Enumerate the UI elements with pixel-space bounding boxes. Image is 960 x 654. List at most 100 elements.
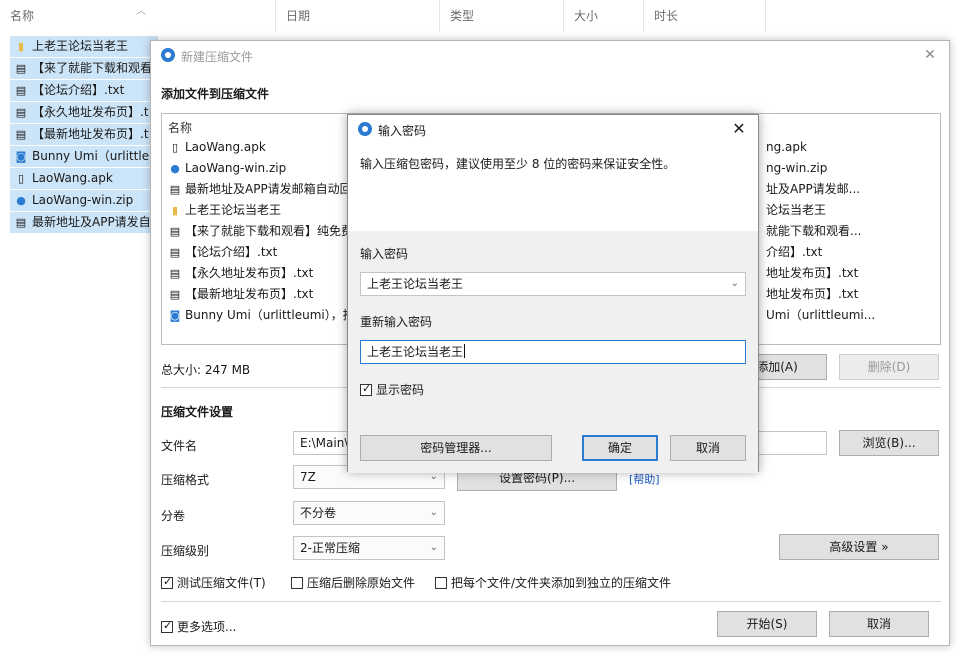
chevron-down-icon: ⌄	[429, 507, 438, 518]
dialog-title: 新建压缩文件	[181, 50, 254, 64]
list-item-detail: 地址发布页】.txt	[766, 266, 859, 280]
list-item-detail: 介绍】.txt	[766, 245, 823, 259]
file-row[interactable]: ▤ 最新地址及APP请发自	[10, 212, 158, 233]
apk-file-icon: ▯	[17, 172, 25, 185]
checkbox-unchecked-icon	[435, 577, 447, 589]
list-item[interactable]: ◙ Bunny Umi（urlittleumi），推	[168, 305, 355, 326]
file-name: LaoWang-win.zip	[32, 193, 134, 207]
start-button[interactable]: 开始(S)	[717, 611, 817, 637]
level-label: 压缩级别	[161, 544, 210, 558]
file-row[interactable]: ▤ 【论坛介绍】.txt	[10, 80, 158, 101]
list-item-detail: ng.apk	[766, 140, 807, 154]
list-item[interactable]: ▯ LaoWang.apk	[168, 137, 266, 158]
list-item[interactable]: ● LaoWang-win.zip	[168, 158, 286, 179]
checkbox-label: 把每个文件/文件夹添加到独立的压缩文件	[451, 576, 672, 590]
list-item[interactable]: ▤ 【最新地址发布页】.txt	[168, 284, 314, 305]
text-file-icon: ▤	[169, 246, 181, 259]
text-file-icon: ▤	[15, 84, 27, 97]
confirm-password-input[interactable]: 上老王论坛当老王	[360, 340, 746, 364]
split-label: 分卷	[161, 509, 186, 523]
add-files-heading: 添加文件到压缩文件	[161, 87, 270, 101]
text-file-icon: ▤	[15, 128, 27, 141]
file-name: 【来了就能下载和观看	[32, 61, 153, 75]
chevron-down-icon: ⌄	[429, 542, 438, 553]
app-logo-icon	[161, 48, 175, 62]
list-item-detail: 地址发布页】.txt	[766, 287, 859, 301]
list-item-detail: ng-win.zip	[766, 161, 828, 175]
list-item[interactable]: ▤ 最新地址及APP请发邮箱自动回	[168, 179, 352, 200]
zip-file-icon: ●	[16, 194, 26, 207]
file-row[interactable]: ▤ 【永久地址发布页】.t	[10, 102, 158, 123]
list-item-name: LaoWang.apk	[185, 140, 266, 154]
list-column-name[interactable]: 名称	[168, 119, 192, 136]
checkbox-checked-icon	[161, 575, 173, 589]
list-item-name: 【论坛介绍】.txt	[185, 245, 278, 259]
separate-archives-checkbox[interactable]: 把每个文件/文件夹添加到独立的压缩文件	[435, 574, 671, 591]
password-description: 输入压缩包密码，建议使用至少 8 位的密码来保证安全性。	[360, 157, 676, 171]
file-row[interactable]: ▯ LaoWang.apk	[10, 168, 158, 189]
column-date-label: 日期	[286, 9, 311, 23]
file-row[interactable]: ◙ Bunny Umi（urlittleu	[10, 146, 158, 167]
checkbox-label: 显示密码	[376, 383, 425, 397]
delete-after-checkbox[interactable]: 压缩后删除原始文件	[291, 574, 415, 591]
help-link[interactable]: [帮助]	[629, 471, 660, 487]
text-file-icon: ▤	[169, 183, 181, 196]
column-header-date[interactable]: 日期	[276, 0, 440, 32]
level-select[interactable]: 2-正常压缩 ⌄	[293, 536, 445, 560]
list-item[interactable]: ▤ 【来了就能下载和观看】纯免费	[168, 221, 353, 242]
text-file-icon: ▤	[169, 288, 181, 301]
column-header-name[interactable]: 名称 ︿	[0, 0, 276, 32]
file-row[interactable]: ▮ 上老王论坛当老王	[10, 36, 158, 57]
checkbox-label: 更多选项...	[177, 620, 237, 634]
checkbox-label: 测试压缩文件(T)	[177, 576, 266, 590]
file-row[interactable]: ▤ 【来了就能下载和观看	[10, 58, 158, 79]
filename-label: 文件名	[161, 439, 198, 453]
file-row[interactable]: ● LaoWang-win.zip	[10, 190, 158, 211]
test-archive-checkbox[interactable]: 测试压缩文件(T)	[161, 574, 266, 591]
password-cancel-button[interactable]: 取消	[670, 435, 746, 461]
link-file-icon: ◙	[15, 150, 27, 163]
password-manager-button[interactable]: 密码管理器...	[360, 435, 552, 461]
dialog-titlebar[interactable]: 新建压缩文件 ✕	[151, 41, 949, 71]
column-type-label: 类型	[450, 9, 475, 23]
column-header-type[interactable]: 类型	[440, 0, 564, 32]
file-name: 【永久地址发布页】.t	[32, 105, 149, 119]
list-item[interactable]: ▤ 【永久地址发布页】.txt	[168, 263, 314, 284]
divider	[161, 601, 941, 602]
file-name: Bunny Umi（urlittleu	[32, 149, 157, 163]
password-dialog-titlebar[interactable]: 输入密码 ✕	[348, 115, 758, 145]
list-item-name: 【来了就能下载和观看】纯免费	[185, 224, 354, 238]
text-caret	[464, 344, 466, 358]
total-size-label: 总大小: 247 MB	[161, 363, 251, 377]
delete-button[interactable]: 删除(D)	[839, 354, 939, 380]
column-duration-label: 时长	[654, 9, 679, 23]
split-select[interactable]: 不分卷 ⌄	[293, 501, 445, 525]
list-item[interactable]: ▮ 上老王论坛当老王	[168, 200, 281, 221]
checkbox-checked-icon	[360, 382, 372, 396]
browse-button[interactable]: 浏览(B)...	[839, 430, 939, 456]
text-file-icon: ▤	[15, 216, 27, 229]
password-combo[interactable]: 上老王论坛当老王 ⌄	[360, 272, 746, 296]
folder-icon: ▮	[171, 204, 179, 217]
text-file-icon: ▤	[15, 62, 27, 75]
more-options-checkbox[interactable]: 更多选项...	[161, 618, 236, 635]
advanced-settings-button[interactable]: 高级设置 »	[779, 534, 939, 560]
show-password-checkbox[interactable]: 显示密码	[360, 381, 424, 398]
list-item[interactable]: ▤ 【论坛介绍】.txt	[168, 242, 278, 263]
file-row[interactable]: ▤ 【最新地址发布页】.t	[10, 124, 158, 145]
ok-button[interactable]: 确定	[582, 435, 658, 461]
column-header-duration[interactable]: 时长	[644, 0, 766, 32]
list-item-detail: Umi（urlittleumi...	[766, 308, 876, 322]
confirm-password-value: 上老王论坛当老王	[367, 345, 464, 359]
column-header-size[interactable]: 大小	[564, 0, 644, 32]
format-label: 压缩格式	[161, 473, 210, 487]
cancel-button[interactable]: 取消	[829, 611, 929, 637]
column-name-label: 名称	[10, 9, 35, 23]
file-name: LaoWang.apk	[32, 171, 113, 185]
chevron-down-icon: ⌄	[730, 278, 739, 289]
column-size-label: 大小	[574, 9, 599, 23]
file-name: 上老王论坛当老王	[32, 39, 129, 53]
close-icon[interactable]: ✕	[730, 120, 748, 138]
checkbox-checked-icon	[161, 619, 173, 633]
close-icon[interactable]: ✕	[921, 46, 939, 64]
